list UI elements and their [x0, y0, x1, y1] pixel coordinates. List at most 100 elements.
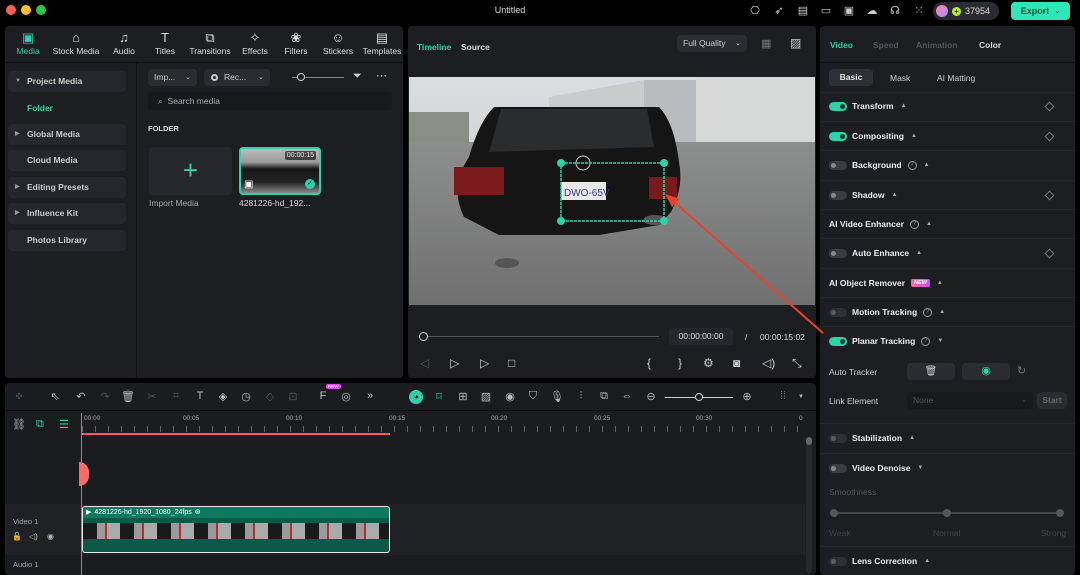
help-icon[interactable]: ?: [921, 336, 931, 346]
sidebar-item-cloud-media[interactable]: Cloud Media: [8, 150, 126, 171]
credits-badge[interactable]: + 37954: [933, 2, 999, 20]
tab-source[interactable]: Source: [461, 42, 490, 52]
save-icon[interactable]: ▣: [842, 4, 856, 18]
gift-icon[interactable]: ⎔: [748, 4, 762, 18]
sidebar-item-global-media[interactable]: ▶ Global Media: [8, 124, 126, 145]
section-motion-tracking[interactable]: Motion Tracking? ▲: [829, 302, 1069, 322]
keyframe-icon[interactable]: [1044, 101, 1055, 111]
tab-speed[interactable]: Speed: [873, 40, 899, 50]
fullscreen-icon[interactable]: ⤡: [792, 356, 802, 371]
section-stabilization[interactable]: Stabilization ▲: [829, 428, 1069, 448]
preview-tracker-button[interactable]: ◉: [962, 363, 1010, 380]
video-denoise-toggle[interactable]: [829, 463, 847, 473]
volume-icon[interactable]: ◁): [762, 356, 775, 370]
subtab-mask[interactable]: Mask: [890, 73, 910, 83]
keyframe-icon[interactable]: [1044, 248, 1055, 258]
previous-frame-icon[interactable]: ◁: [420, 356, 429, 370]
visibility-icon[interactable]: ◉: [47, 532, 54, 541]
thumbnail-size-slider[interactable]: [292, 73, 344, 81]
help-icon[interactable]: ?: [923, 307, 933, 317]
marker-icon[interactable]: ⊞: [456, 390, 470, 403]
send-icon[interactable]: ➶: [772, 4, 786, 18]
ai-text-icon[interactable]: F: [316, 390, 330, 402]
tab-color[interactable]: Color: [979, 40, 1001, 50]
section-auto-enhance[interactable]: Auto Enhance ▲: [829, 243, 1069, 263]
stop-icon[interactable]: □: [508, 356, 515, 370]
color-fill-icon[interactable]: ◈: [216, 390, 230, 403]
section-compositing[interactable]: Compositing ▲: [829, 126, 1069, 146]
auto-sync-icon[interactable]: ◉: [503, 390, 517, 403]
play-icon[interactable]: ▷: [480, 356, 489, 370]
section-ai-object-remover[interactable]: AI Object Remover NEW ▲: [829, 273, 1069, 293]
import-media-button[interactable]: +: [149, 147, 232, 195]
cloud-upload-icon[interactable]: ☁: [865, 4, 879, 18]
lock-icon[interactable]: 🔓: [12, 532, 22, 541]
compositing-toggle[interactable]: [829, 131, 847, 141]
import-dropdown[interactable]: Imp... ⌄: [148, 69, 197, 86]
transform-toggle[interactable]: [829, 101, 847, 111]
select-tool-icon[interactable]: ⇖: [48, 390, 62, 403]
shield-icon[interactable]: ⛉: [526, 390, 540, 403]
sidebar-item-folder[interactable]: Folder: [27, 103, 53, 113]
ai-audio-icon[interactable]: ◎: [339, 390, 353, 403]
next-frame-icon[interactable]: ▷: [450, 356, 459, 370]
tab-titles[interactable]: T Titles: [144, 30, 186, 56]
export-button[interactable]: Export ⌄: [1011, 2, 1070, 20]
sidebar-item-photos-library[interactable]: Photos Library: [8, 230, 126, 251]
settings-icon[interactable]: ⚙: [703, 356, 714, 370]
grid-view-icon[interactable]: ▦: [761, 37, 771, 50]
tab-templates[interactable]: ▤ Templates: [360, 30, 404, 56]
keyframe-icon[interactable]: [1044, 190, 1055, 200]
delete-tracker-button[interactable]: 🗑: [907, 363, 955, 380]
auto-enhance-toggle[interactable]: [829, 248, 847, 258]
waveform-monitor-icon[interactable]: ▨: [790, 36, 801, 50]
search-input[interactable]: ⌕ Search media: [148, 92, 392, 110]
shadow-toggle[interactable]: [829, 190, 847, 200]
apps-icon[interactable]: ⁙: [912, 4, 926, 18]
keyframe-icon[interactable]: [1044, 131, 1055, 141]
redo-icon[interactable]: ↷: [98, 390, 112, 403]
microphone-icon[interactable]: 🎙: [550, 390, 564, 403]
replace-icon[interactable]: ⧉: [597, 390, 611, 403]
tab-effects[interactable]: ✧ Effects: [234, 30, 276, 56]
quality-dropdown[interactable]: Full Quality ⌄: [677, 35, 747, 52]
cut-icon[interactable]: ✂: [145, 390, 159, 403]
section-lens-correction[interactable]: Lens Correction ▲: [829, 551, 1069, 571]
delete-icon[interactable]: 🗑: [121, 390, 135, 403]
section-planar-tracking[interactable]: Planar Tracking? ▼: [829, 331, 1069, 351]
layout-grid-icon[interactable]: ⁘: [12, 390, 26, 403]
filter-icon[interactable]: ⏷: [353, 70, 362, 83]
crop-icon[interactable]: ⌗: [169, 390, 183, 403]
unlink-icon[interactable]: ⛓: [12, 418, 26, 431]
start-button[interactable]: Start: [1037, 392, 1067, 409]
tab-animation[interactable]: Animation: [916, 40, 958, 50]
layout-options-icon[interactable]: ⁞⁞: [776, 390, 790, 402]
tab-filters[interactable]: ❀ Filters: [276, 30, 316, 56]
section-shadow[interactable]: Shadow ▲: [829, 185, 1069, 205]
timeline-video-clip[interactable]: ▶ 4281226-hd_1920_1080_24fps ⊛: [82, 506, 390, 553]
layout-icon[interactable]: ▭: [819, 4, 833, 18]
record-dropdown[interactable]: Rec... ⌄: [204, 69, 270, 86]
tab-stock-media[interactable]: ⌂ Stock Media: [48, 30, 104, 56]
snap-icon[interactable]: ⌑: [432, 390, 446, 403]
speed-icon[interactable]: ◷: [239, 390, 253, 403]
scrubber-handle[interactable]: [419, 332, 428, 341]
snapshot-icon[interactable]: ◙: [733, 356, 740, 370]
tab-video[interactable]: Video: [830, 40, 853, 50]
timeline-ruler[interactable]: [82, 426, 802, 432]
link-track-icon[interactable]: ⧉: [36, 418, 44, 431]
ai-assistant-icon[interactable]: ◕: [409, 390, 423, 404]
zoom-in-icon[interactable]: ⊕: [740, 390, 754, 403]
undo-icon[interactable]: ↶: [74, 390, 88, 403]
motion-tracking-toggle[interactable]: [829, 307, 847, 317]
section-ai-video-enhancer[interactable]: AI Video Enhancer? ▲: [829, 214, 1069, 234]
mark-in-icon[interactable]: {: [647, 356, 651, 370]
playback-scrubber[interactable]: [419, 332, 659, 341]
lens-correction-toggle[interactable]: [829, 556, 847, 566]
message-icon[interactable]: ▤: [796, 4, 810, 18]
subtab-ai-matting[interactable]: AI Matting: [937, 73, 975, 83]
caret-down-icon[interactable]: ▼: [794, 394, 808, 400]
track-volume-icon[interactable]: ◁): [29, 532, 38, 541]
mark-out-icon[interactable]: }: [678, 356, 682, 370]
audio-mixer-icon[interactable]: ⫶: [574, 390, 588, 403]
